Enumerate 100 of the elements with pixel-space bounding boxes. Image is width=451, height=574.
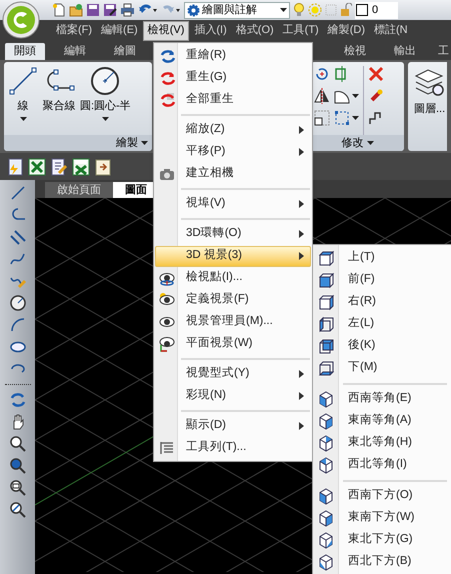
circle-icon[interactable] <box>8 294 26 312</box>
workspace-combo[interactable]: 繪圖與註解 <box>184 2 290 18</box>
menu-item[interactable]: 繪製(D) <box>324 20 369 40</box>
document-tab[interactable]: 啟始頁面 <box>45 182 113 198</box>
eye-axes-icon <box>159 336 175 352</box>
menu-item[interactable]: 平面視景(W) <box>155 334 311 354</box>
scale-icon[interactable] <box>314 110 330 126</box>
menu-item[interactable]: 重生(G) <box>155 68 311 88</box>
menu-item[interactable]: 重繪(R) <box>155 46 311 66</box>
menu-item[interactable]: 右(R) <box>313 291 451 313</box>
eye-orbit-icon <box>159 270 175 286</box>
ribbon-tab[interactable]: 繪圖 <box>105 43 145 60</box>
dropdown-caret-icon[interactable] <box>352 94 359 98</box>
clipboard-icon[interactable] <box>94 158 112 176</box>
dropdown-caret-icon <box>280 8 287 12</box>
line-icon <box>8 66 38 96</box>
menu-item[interactable]: 3D 視景(3) <box>155 246 311 266</box>
ribbon-button[interactable]: 線 <box>8 66 38 122</box>
iso-cube-icon <box>318 510 334 526</box>
layers-button[interactable]: 圖層... <box>408 62 447 151</box>
menu-item[interactable]: 西南下方(O) <box>313 485 451 507</box>
menu-item[interactable]: 左(L) <box>313 313 451 335</box>
iso-cube-icon <box>318 412 334 430</box>
dropdown-caret-icon[interactable] <box>352 116 359 120</box>
menu-item[interactable]: 3D環轉(O) <box>155 224 311 244</box>
menu-item[interactable]: 西北下方(B) <box>313 551 451 573</box>
menu-item[interactable]: 東北下方(G) <box>313 529 451 551</box>
zoom-icon[interactable] <box>8 457 26 475</box>
menu-item[interactable]: 全部重生 <box>155 90 311 110</box>
menu-item[interactable]: 東南等角(A) <box>313 410 451 432</box>
menu-item[interactable]: 西南等角(E) <box>313 388 451 410</box>
menu-item[interactable]: 上(T) <box>313 247 451 269</box>
double-line-icon[interactable] <box>8 228 26 246</box>
ribbon-tab[interactable]: 檢視 <box>335 43 375 60</box>
zoom-icon[interactable] <box>8 479 26 497</box>
save-icon[interactable] <box>86 3 100 17</box>
arc-icon[interactable] <box>8 316 26 334</box>
delete-icon[interactable] <box>368 66 384 82</box>
ribbon-tab[interactable]: 工 <box>436 43 451 60</box>
app-logo-icon[interactable] <box>2 1 40 39</box>
explode-icon[interactable] <box>368 88 384 104</box>
toolbar-list-icon <box>159 440 175 456</box>
menu-item[interactable]: 工具(T) <box>278 20 323 40</box>
menu-item[interactable]: 工具列(T)... <box>155 438 311 458</box>
menu-item[interactable]: 縮放(Z) <box>155 120 311 140</box>
menu-item[interactable]: 西北等角(I) <box>313 454 451 476</box>
new-file-icon[interactable] <box>52 3 66 17</box>
menu-item[interactable]: 插入(I) <box>190 20 231 40</box>
menu-item[interactable]: 彩現(N) <box>155 386 311 406</box>
menu-item[interactable]: 檔案(F) <box>52 20 96 40</box>
dropdown-caret-icon[interactable] <box>366 140 374 146</box>
ribbon-tab[interactable]: 開頭 <box>5 43 45 60</box>
menu-item[interactable]: 檢視(V) <box>142 20 190 40</box>
open-folder-icon[interactable] <box>69 3 83 17</box>
menu-item[interactable]: 後(K) <box>313 335 451 357</box>
ribbon-button[interactable]: 圓:圓心-半 <box>80 66 131 122</box>
cube-icon <box>318 360 334 376</box>
document-lightning-icon[interactable] <box>6 158 24 176</box>
cube-icon <box>318 316 334 332</box>
menu-item[interactable]: 格式(O) <box>232 20 278 40</box>
menu-item[interactable]: 東北等角(H) <box>313 432 451 454</box>
menu-item[interactable]: 平移(P) <box>155 142 311 162</box>
menu-item[interactable]: 東南下方(W) <box>313 507 451 529</box>
menu-item[interactable]: 下(M) <box>313 357 451 379</box>
submenu-arrow-icon <box>299 200 304 208</box>
zoom-icon[interactable] <box>8 501 26 519</box>
excel-icon[interactable] <box>28 158 46 176</box>
dropdown-caret-icon[interactable] <box>141 140 148 146</box>
unlock-icon[interactable] <box>340 3 352 17</box>
ribbon-button[interactable]: 聚合線 <box>42 66 76 114</box>
ribbon-tab[interactable]: 輸出 <box>385 43 425 60</box>
iso-cube-icon <box>318 434 334 452</box>
menu-item[interactable]: 視景管理員(M)... <box>155 312 311 332</box>
menu-item[interactable]: 顯示(D) <box>155 416 311 436</box>
menu-item[interactable]: 標註(N <box>370 20 412 40</box>
rotate-icon[interactable] <box>314 66 330 82</box>
edit-text-icon[interactable] <box>50 158 68 176</box>
line-icon[interactable] <box>8 184 26 202</box>
menu-item[interactable]: 視覺型式(Y) <box>155 364 311 384</box>
layer-combo[interactable]: 0 <box>355 2 398 18</box>
save-as-icon[interactable] <box>103 3 117 17</box>
menu-item[interactable]: 編輯(E) <box>97 20 142 40</box>
mirror-icon[interactable] <box>314 88 330 104</box>
menu-item[interactable]: 檢視點(I)... <box>155 268 311 288</box>
redraw-icon[interactable] <box>8 391 26 409</box>
print-icon[interactable] <box>120 3 135 17</box>
array-icon[interactable] <box>334 110 350 126</box>
spellcheck-icon[interactable] <box>72 158 90 176</box>
stretch-icon[interactable] <box>368 110 384 126</box>
menu-item[interactable]: 建立相機 <box>155 164 311 184</box>
fillet-icon[interactable] <box>334 88 350 104</box>
bulb-icon[interactable] <box>293 3 305 17</box>
cube-icon <box>318 294 334 310</box>
zoom-icon[interactable] <box>8 435 26 453</box>
ribbon-tab[interactable]: 編輯 <box>55 43 95 60</box>
submenu-arrow-icon <box>299 252 304 260</box>
submenu-arrow-icon <box>299 148 304 156</box>
menu-item[interactable]: 前(F) <box>313 269 451 291</box>
iso-cube-icon <box>318 554 334 570</box>
menu-item[interactable]: 定義視景(F) <box>155 290 311 310</box>
